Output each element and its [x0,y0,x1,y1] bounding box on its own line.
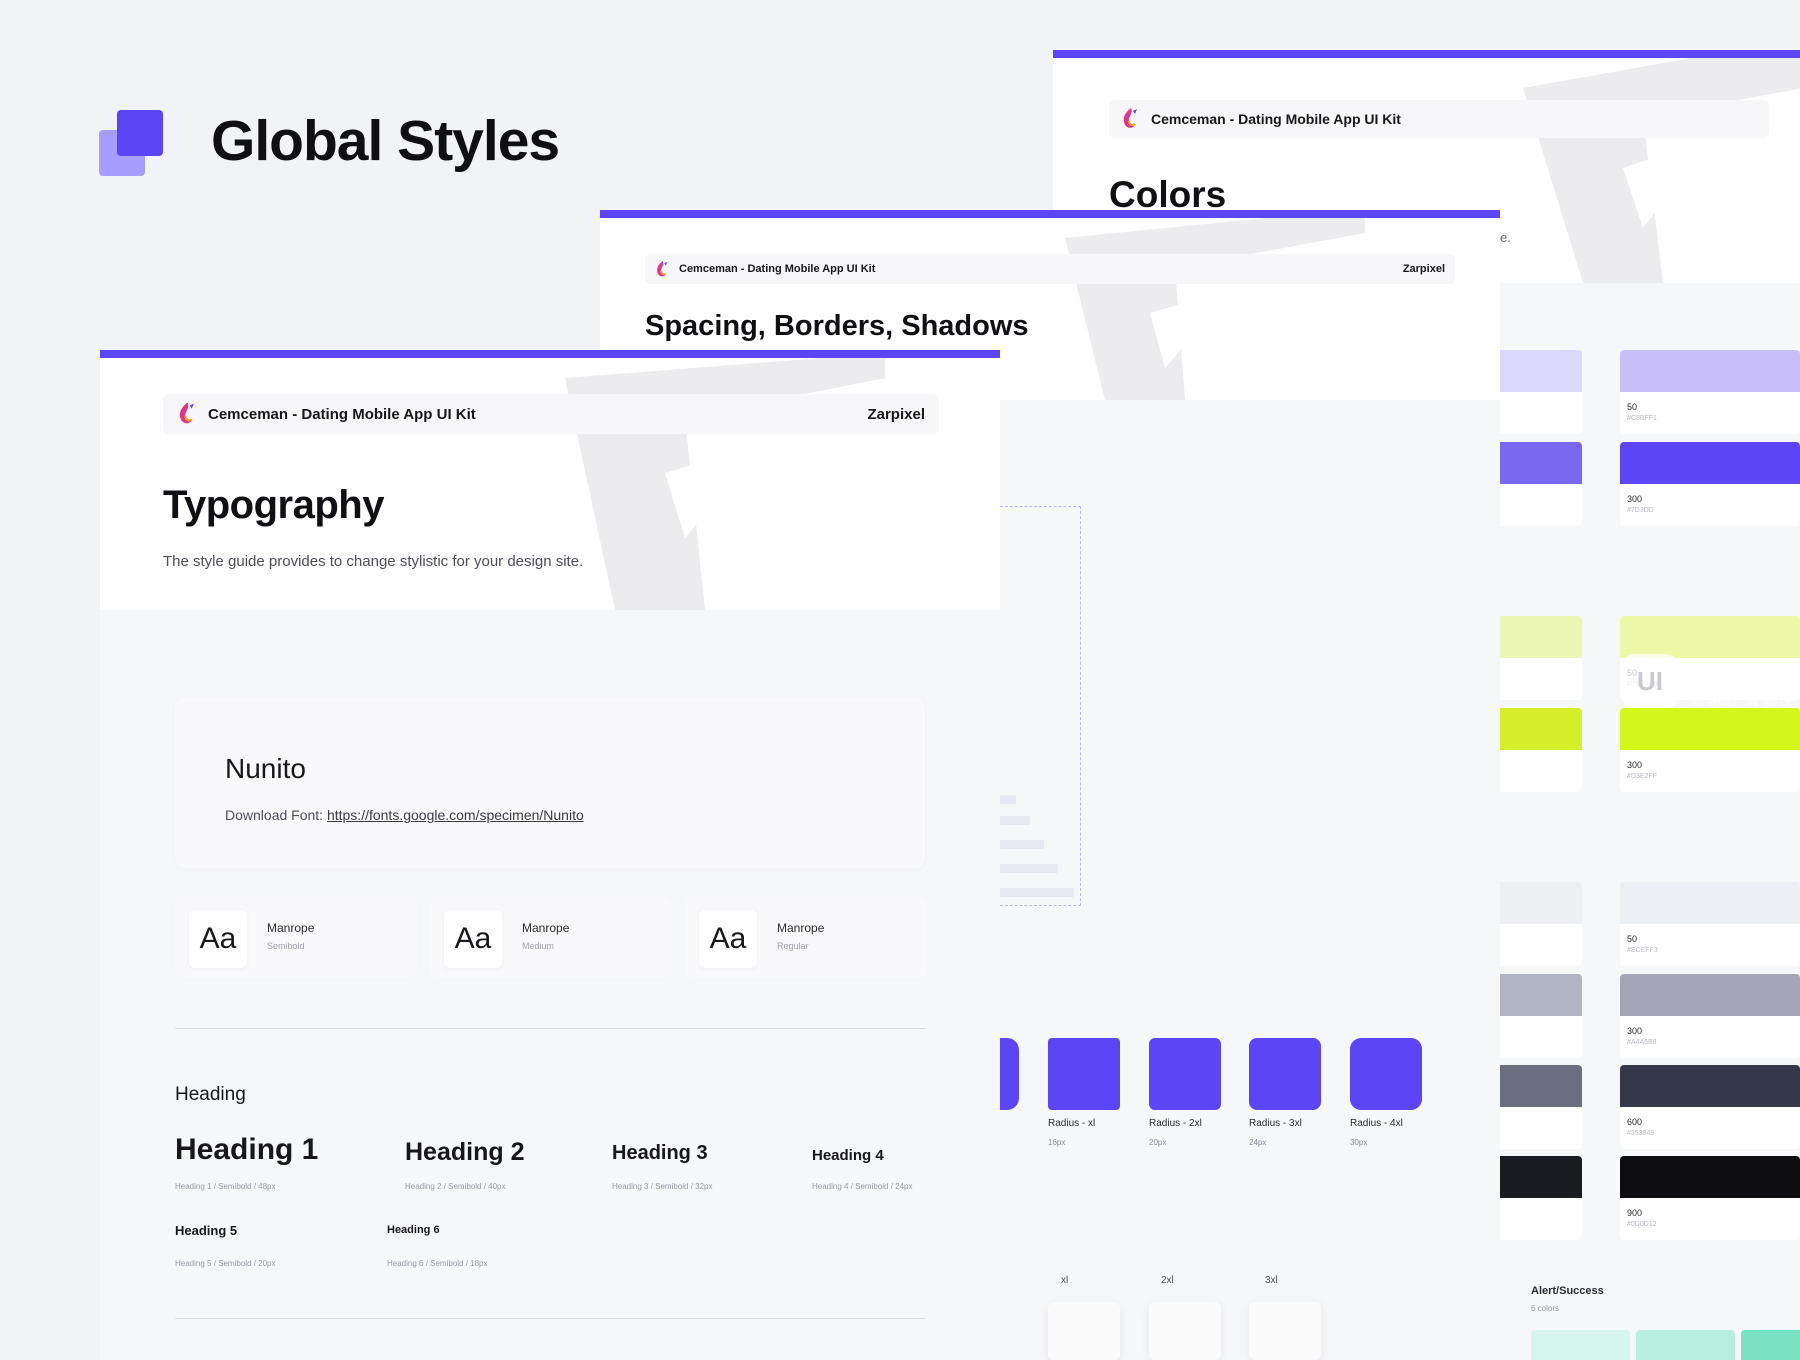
typography-author: Zarpixel [867,405,925,423]
heading-3-meta: Heading 3 / Semibold / 32px [612,1182,713,1191]
colors-kit-name: Cemceman - Dating Mobile App UI Kit [1151,111,1401,127]
alert-success-title: Alert/Success [1531,1285,1604,1297]
font-name: Nunito [225,753,306,784]
heading-4-sample: Heading 4 [812,1147,884,1164]
font-card: Nunito Download Font: https://fonts.goog… [175,698,925,868]
swatch-neutral-900[interactable]: 900 #0D0D12 [1620,1156,1800,1240]
radius-label-3xl: Radius - 3xl [1249,1118,1302,1129]
typography-panel: Cemceman - Dating Mobile App UI Kit Zarp… [100,350,1000,1360]
spacing-kit-name: Cemceman - Dating Mobile App UI Kit [679,263,876,275]
heading-3-sample: Heading 3 [612,1142,708,1164]
divider [175,1028,925,1029]
radius-label-2xl: Radius - 2xl [1149,1118,1202,1129]
weight-name: Regular [777,941,809,951]
shadow-box-2xl [1149,1302,1221,1360]
alert-swatch[interactable] [1741,1330,1800,1360]
heading-1-meta: Heading 1 / Semibold / 48px [175,1182,276,1191]
weight-sample: Aa [189,910,247,968]
brand-logo [99,110,165,176]
font-download: Download Font: https://fonts.google.com/… [225,807,584,823]
weight-card-regular: Aa Manrope Regular [685,896,927,978]
weight-name: Semibold [267,941,305,951]
flame-brand-icon [1123,108,1137,128]
alert-swatch[interactable] [1636,1330,1735,1360]
spacing-ghost-bar [1000,864,1058,873]
swatch-primary-300[interactable]: 300 #7D3DD [1620,442,1800,526]
font-download-label: Download Font: [225,807,324,823]
ui-watermark-logo: UI [1622,654,1678,708]
heading-6-sample: Heading 6 [387,1224,440,1236]
flame-brand-icon [657,260,668,276]
radius-box-xl[interactable] [1048,1038,1120,1110]
logo-front-square [117,110,163,156]
typography-subtitle: The style guide provides to change styli… [163,553,584,570]
weight-family: Manrope [522,921,570,935]
swatch-neutral-50[interactable]: 50 #ECEFF3 [1620,882,1800,966]
heading-4-meta: Heading 4 / Semibold / 24px [812,1182,913,1191]
ui-watermark: UI UI 铺子 有格局 有调性 [1622,650,1800,712]
radius-box-4xl[interactable] [1350,1038,1422,1110]
spacing-author: Zarpixel [1402,263,1445,275]
heading-2-sample: Heading 2 [405,1138,525,1166]
radius-px-xl: 16px [1048,1138,1066,1147]
shadow-box-3xl [1249,1302,1321,1360]
spacing-ghost-bar [1000,888,1074,897]
colors-kit-bar: Cemceman - Dating Mobile App UI Kit [1109,100,1769,138]
flame-brand-icon [179,402,194,424]
heading-1-sample: Heading 1 [175,1133,319,1166]
typography-panel-header: Cemceman - Dating Mobile App UI Kit Zarp… [100,358,1000,610]
heading-5-sample: Heading 5 [175,1223,238,1238]
weight-sample: Aa [444,910,502,968]
ui-watermark-name: UI 铺子 [1692,658,1794,689]
font-download-link[interactable]: https://fonts.google.com/specimen/Nunito [327,807,584,823]
divider [175,1318,925,1319]
shadow-label-2xl: 2xl [1161,1275,1174,1286]
typography-kit-bar: Cemceman - Dating Mobile App UI Kit Zarp… [163,394,939,434]
spacing-title: Spacing, Borders, Shadows [645,310,1029,342]
alert-swatch[interactable] [1531,1330,1630,1360]
radius-px-3xl: 24px [1249,1138,1267,1147]
radius-label-xl: Radius - xl [1048,1118,1096,1129]
weight-family: Manrope [777,921,825,935]
spacing-ghost-bar [1000,795,1016,804]
colors-subtitle-tail: e. [1500,230,1511,245]
heading-5-meta: Heading 5 / Semibold / 20px [175,1259,276,1268]
weight-sample: Aa [699,910,757,968]
shadow-label-3xl: 3xl [1265,1275,1278,1286]
spacing-ghost-bar [1000,840,1044,849]
spacing-ghost-bar [1000,816,1030,825]
weight-card-semibold: Aa Manrope Semibold [175,896,417,978]
hero-title: Global Styles [211,109,560,173]
watermark-plane-icon [1065,218,1365,400]
radius-label-4xl: Radius - 4xl [1350,1118,1403,1129]
heading-2-meta: Heading 2 / Semibold / 40px [405,1182,506,1191]
ui-watermark-tagline: 有格局 有调性 [1692,693,1795,708]
radius-box-partial [1000,1038,1019,1110]
watermark-plane-icon [1523,58,1800,283]
alert-success-count: 6 colors [1531,1304,1560,1313]
weight-name: Medium [522,941,555,951]
weight-card-medium: Aa Manrope Medium [430,896,672,978]
heading-section-title: Heading [175,1084,246,1105]
radius-px-2xl: 20px [1149,1138,1167,1147]
shadow-box-xl [1048,1302,1120,1360]
swatch-lime-300[interactable]: 300 #D3E2FF [1620,708,1800,792]
spacing-kit-bar: Cemceman - Dating Mobile App UI Kit Zarp… [645,254,1455,284]
typography-kit-name: Cemceman - Dating Mobile App UI Kit [208,405,476,423]
shadow-label-xl: xl [1061,1275,1069,1286]
radius-box-2xl[interactable] [1149,1038,1221,1110]
typography-title: Typography [163,483,384,527]
radius-box-3xl[interactable] [1249,1038,1321,1110]
swatch-primary-50[interactable]: 50 #C8BFF1 [1620,350,1800,434]
weight-family: Manrope [267,921,315,935]
swatch-neutral-300[interactable]: 300 #A4A6B8 [1620,974,1800,1058]
heading-6-meta: Heading 6 / Semibold / 18px [387,1259,488,1268]
radius-px-4xl: 30px [1350,1138,1368,1147]
swatch-neutral-600[interactable]: 600 #353849 [1620,1065,1800,1149]
